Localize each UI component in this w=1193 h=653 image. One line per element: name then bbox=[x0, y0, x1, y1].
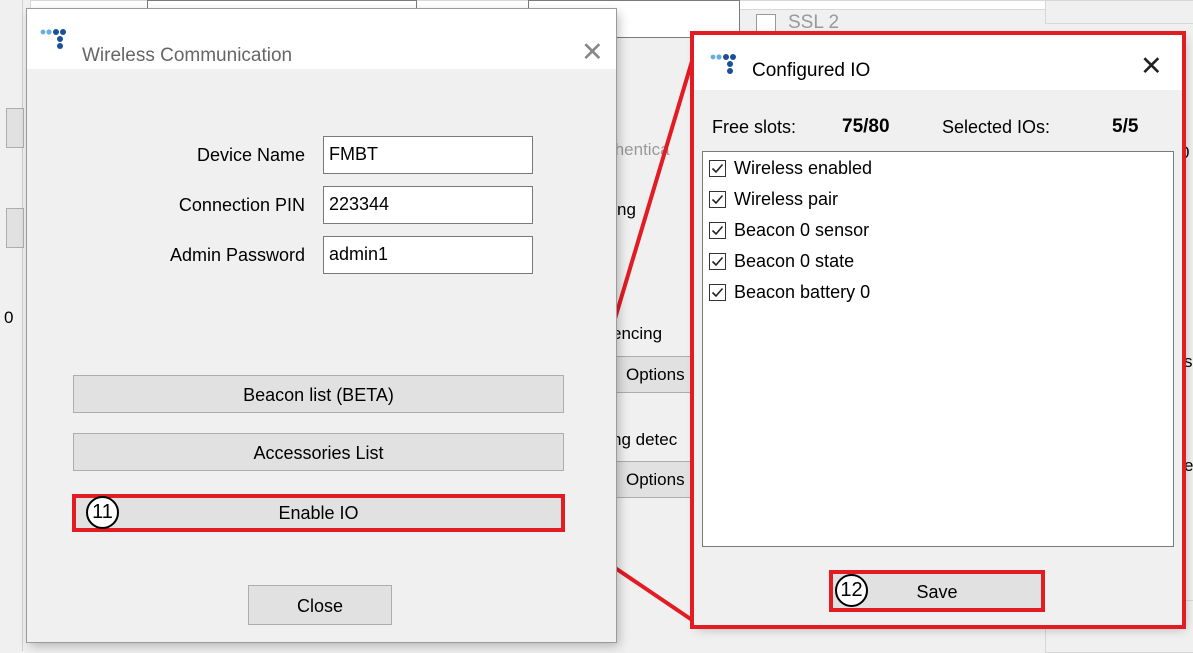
wireless-dialog-close-icon[interactable]: ✕ bbox=[581, 39, 604, 66]
connection-pin-label: Connection PIN bbox=[178, 195, 305, 215]
admin-password-input[interactable]: admin1 bbox=[323, 236, 533, 274]
connection-pin-input[interactable]: 223344 bbox=[323, 186, 533, 224]
device-name-label: Device Name bbox=[196, 145, 305, 165]
wireless-communication-dialog: Wireless Communication ✕ Device Name FMB… bbox=[27, 9, 616, 642]
enable-io-highlight bbox=[72, 494, 565, 532]
accessories-list-button[interactable]: Accessories List bbox=[73, 433, 564, 471]
callout-number-11: 11 bbox=[86, 496, 119, 529]
device-name-input[interactable]: FMBT bbox=[323, 136, 533, 174]
wireless-dialog-titlebar[interactable]: Wireless Communication ✕ bbox=[27, 9, 616, 69]
configured-io-highlight bbox=[690, 31, 1186, 629]
beacon-list-button[interactable]: Beacon list (BETA) bbox=[73, 375, 564, 413]
app-logo-icon bbox=[40, 28, 68, 55]
admin-password-label: Admin Password bbox=[169, 245, 305, 265]
wireless-dialog-title: Wireless Communication bbox=[82, 45, 293, 66]
close-button[interactable]: Close bbox=[248, 585, 392, 625]
